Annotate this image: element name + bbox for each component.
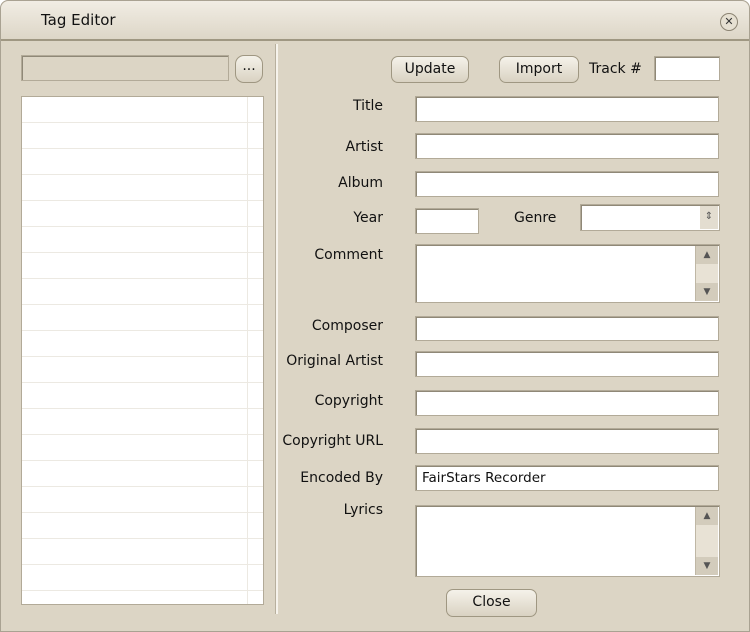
copyright-url-input[interactable]: [415, 428, 719, 454]
comment-label: Comment: [314, 247, 383, 263]
title-bar[interactable]: Tag Editor ✕: [1, 1, 749, 41]
scroll-up-icon[interactable]: ▲: [696, 246, 718, 264]
scroll-down-icon[interactable]: ▼: [696, 283, 718, 301]
browse-button[interactable]: ...: [235, 55, 263, 83]
title-input[interactable]: [415, 96, 719, 122]
comment-scrollbar[interactable]: ▲ ▼: [695, 246, 718, 301]
album-label: Album: [338, 175, 383, 191]
import-button[interactable]: Import: [499, 56, 579, 83]
file-list[interactable]: [21, 96, 264, 605]
year-label: Year: [353, 210, 383, 226]
genre-label: Genre: [514, 210, 557, 226]
copyright-label: Copyright: [314, 393, 383, 409]
scroll-down-icon[interactable]: ▼: [696, 557, 718, 575]
close-button[interactable]: Close: [446, 589, 537, 617]
artist-input[interactable]: [415, 133, 719, 159]
year-input[interactable]: [415, 208, 479, 234]
album-input[interactable]: [415, 171, 719, 197]
encoded-by-input[interactable]: FairStars Recorder: [415, 465, 719, 491]
updown-icon: ⇕: [700, 206, 718, 229]
artist-label: Artist: [345, 139, 384, 155]
copyright-url-label: Copyright URL: [282, 433, 383, 449]
composer-label: Composer: [311, 318, 383, 334]
track-input[interactable]: [654, 56, 720, 81]
track-label: Track #: [589, 61, 642, 77]
copyright-input[interactable]: [415, 390, 719, 416]
comment-textarea[interactable]: ▲ ▼: [415, 244, 720, 303]
title-label: Title: [352, 98, 383, 114]
genre-select[interactable]: ⇕: [580, 204, 720, 231]
window-title: Tag Editor: [41, 11, 116, 29]
original-artist-label: Original Artist: [286, 353, 383, 369]
original-artist-input[interactable]: [415, 351, 719, 377]
close-icon[interactable]: ✕: [720, 13, 738, 31]
lyrics-label: Lyrics: [343, 502, 383, 518]
encoded-by-label: Encoded By: [300, 470, 383, 486]
update-button[interactable]: Update: [391, 56, 469, 83]
lyrics-textarea[interactable]: ▲ ▼: [415, 505, 720, 577]
scroll-up-icon[interactable]: ▲: [696, 507, 718, 525]
panel-divider[interactable]: [275, 44, 278, 614]
lyrics-scrollbar[interactable]: ▲ ▼: [695, 507, 718, 575]
composer-input[interactable]: [415, 316, 719, 341]
path-input[interactable]: [21, 55, 229, 81]
